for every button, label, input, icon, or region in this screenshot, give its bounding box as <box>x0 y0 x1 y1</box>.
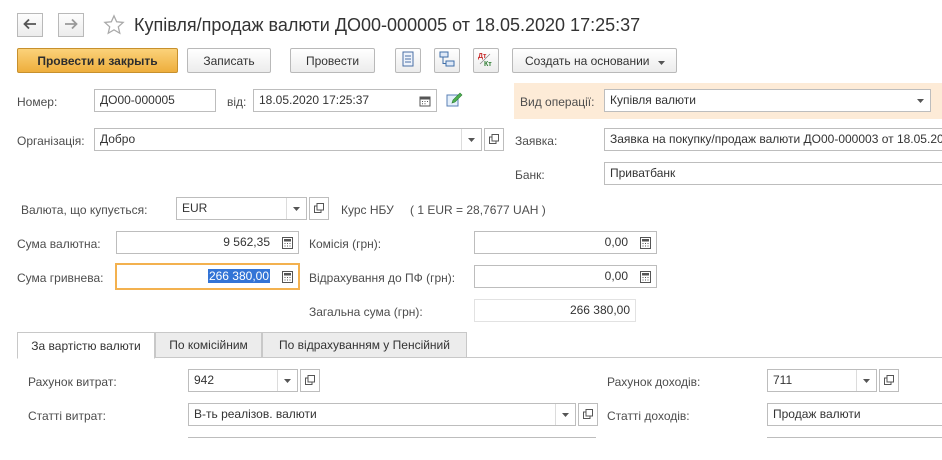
open-form-icon <box>305 374 315 388</box>
calculator-icon[interactable] <box>634 266 656 287</box>
income-items-label: Статті доходів: <box>607 409 690 423</box>
calculator-icon[interactable] <box>276 265 298 288</box>
document-list-icon <box>401 51 415 70</box>
tab-commission[interactable]: По комісійним <box>155 332 262 358</box>
sum-uah-field[interactable]: 266 380,00 <box>115 263 300 290</box>
sum-uah-value: 266 380,00 <box>207 269 270 283</box>
debit-credit-icon: Дт Кт <box>477 50 495 71</box>
income-account-label: Рахунок доходів: <box>607 375 701 389</box>
back-button[interactable] <box>17 13 43 37</box>
forward-button[interactable] <box>58 13 84 37</box>
arrow-left-icon <box>23 18 37 33</box>
organization-field[interactable]: Добро <box>94 128 482 151</box>
open-form-icon <box>489 133 499 147</box>
svg-text:Кт: Кт <box>484 61 492 68</box>
expense-account-value: 942 <box>194 373 215 387</box>
chevron-down-icon[interactable] <box>277 370 297 391</box>
income-account-open-button[interactable] <box>879 369 899 392</box>
nbu-rate-value: ( 1 EUR = 28,7677 UAH ) <box>410 203 546 217</box>
number-label: Номер: <box>17 95 58 109</box>
structure-button[interactable] <box>434 48 460 73</box>
nbu-rate-label: Курс НБУ <box>341 203 394 217</box>
open-form-icon <box>583 408 593 422</box>
organization-label: Організація: <box>17 134 85 148</box>
sum-currency-label: Сума валютна: <box>17 237 101 251</box>
expense-items-label: Статті витрат: <box>28 409 106 423</box>
currency-field[interactable]: EUR <box>176 197 307 220</box>
income-items-field[interactable]: Продаж валюти <box>767 403 942 426</box>
currency-label: Валюта, що купується: <box>21 203 148 217</box>
calculator-icon[interactable] <box>276 232 298 253</box>
next-row-field-edge <box>188 437 596 460</box>
organization-value: Добро <box>100 132 136 146</box>
expense-account-open-button[interactable] <box>300 369 320 392</box>
create-based-on-button[interactable]: Создать на основании <box>512 48 677 73</box>
total-sum-value: 266 380,00 <box>569 303 630 317</box>
pension-fund-value: 0,00 <box>604 269 628 283</box>
post-and-close-button[interactable]: Провести и закрыть <box>17 48 178 73</box>
operation-type-field[interactable]: Купівля валюти <box>604 89 931 112</box>
date-value: 18.05.2020 17:25:37 <box>259 93 370 107</box>
pension-fund-label: Відрахування до ПФ (грн): <box>309 271 456 285</box>
bank-field[interactable]: Приватбанк <box>604 162 942 185</box>
total-sum-label: Загальна сума (грн): <box>309 305 423 319</box>
expense-account-field[interactable]: 942 <box>188 369 298 392</box>
income-account-field[interactable]: 711 <box>767 369 877 392</box>
currency-open-button[interactable] <box>309 197 329 220</box>
commission-value: 0,00 <box>604 235 628 249</box>
tab-pension[interactable]: По відрахуванням у Пенсійний <box>262 332 467 358</box>
expense-items-open-button[interactable] <box>578 403 598 426</box>
request-label: Заявка: <box>515 134 558 148</box>
dt-kt-button[interactable]: Дт Кт <box>473 48 499 73</box>
pension-fund-field[interactable]: 0,00 <box>474 265 657 288</box>
expense-items-field[interactable]: В-ть реалізов. валюти <box>188 403 576 426</box>
next-row-field-edge-right <box>767 437 942 460</box>
save-button[interactable]: Записать <box>187 48 271 73</box>
chevron-down-icon[interactable] <box>555 404 575 425</box>
request-field[interactable]: Заявка на покупку/продаж валюти ДО00-000… <box>604 128 942 151</box>
bank-label: Банк: <box>515 168 545 182</box>
calculator-icon[interactable] <box>634 232 656 253</box>
expense-items-value: В-ть реалізов. валюти <box>194 407 317 421</box>
chevron-down-icon[interactable] <box>910 90 930 111</box>
total-sum-field: 266 380,00 <box>474 299 636 322</box>
page-title: Купівля/продаж валюти ДО00-000005 от 18.… <box>134 15 641 35</box>
sum-uah-label: Сума гривнева: <box>17 271 104 285</box>
organization-open-button[interactable] <box>484 128 504 151</box>
commission-field[interactable]: 0,00 <box>474 231 657 254</box>
svg-text:Дт: Дт <box>478 53 487 60</box>
chevron-down-icon[interactable] <box>461 129 481 150</box>
chevron-down-icon <box>657 54 665 68</box>
date-field[interactable]: 18.05.2020 17:25:37 <box>253 89 437 112</box>
operation-type-value: Купівля валюти <box>610 93 696 107</box>
chevron-down-icon[interactable] <box>856 370 876 391</box>
hierarchy-icon <box>439 51 455 70</box>
expense-account-label: Рахунок витрат: <box>28 375 117 389</box>
sum-currency-field[interactable]: 9 562,35 <box>116 231 299 254</box>
sum-currency-value: 9 562,35 <box>223 235 270 249</box>
date-label: від: <box>227 95 247 109</box>
income-account-value: 711 <box>773 373 793 387</box>
star-icon[interactable] <box>103 14 125 39</box>
calendar-icon[interactable] <box>414 90 436 111</box>
report-button[interactable] <box>395 48 421 73</box>
operation-type-label: Вид операції: <box>520 95 595 109</box>
open-form-icon <box>884 374 894 388</box>
chevron-down-icon[interactable] <box>286 198 306 219</box>
post-button[interactable]: Провести <box>290 48 375 73</box>
currency-value: EUR <box>182 201 208 215</box>
number-field[interactable]: ДО00-000005 <box>94 89 216 112</box>
arrow-right-icon <box>64 18 78 33</box>
create-based-on-label: Создать на основании <box>525 53 650 68</box>
tab-currency-value[interactable]: За вартістю валюти <box>17 332 155 359</box>
commission-label: Комісія (грн): <box>309 237 382 251</box>
edit-date-icon[interactable] <box>446 92 464 111</box>
open-form-icon <box>314 202 324 216</box>
